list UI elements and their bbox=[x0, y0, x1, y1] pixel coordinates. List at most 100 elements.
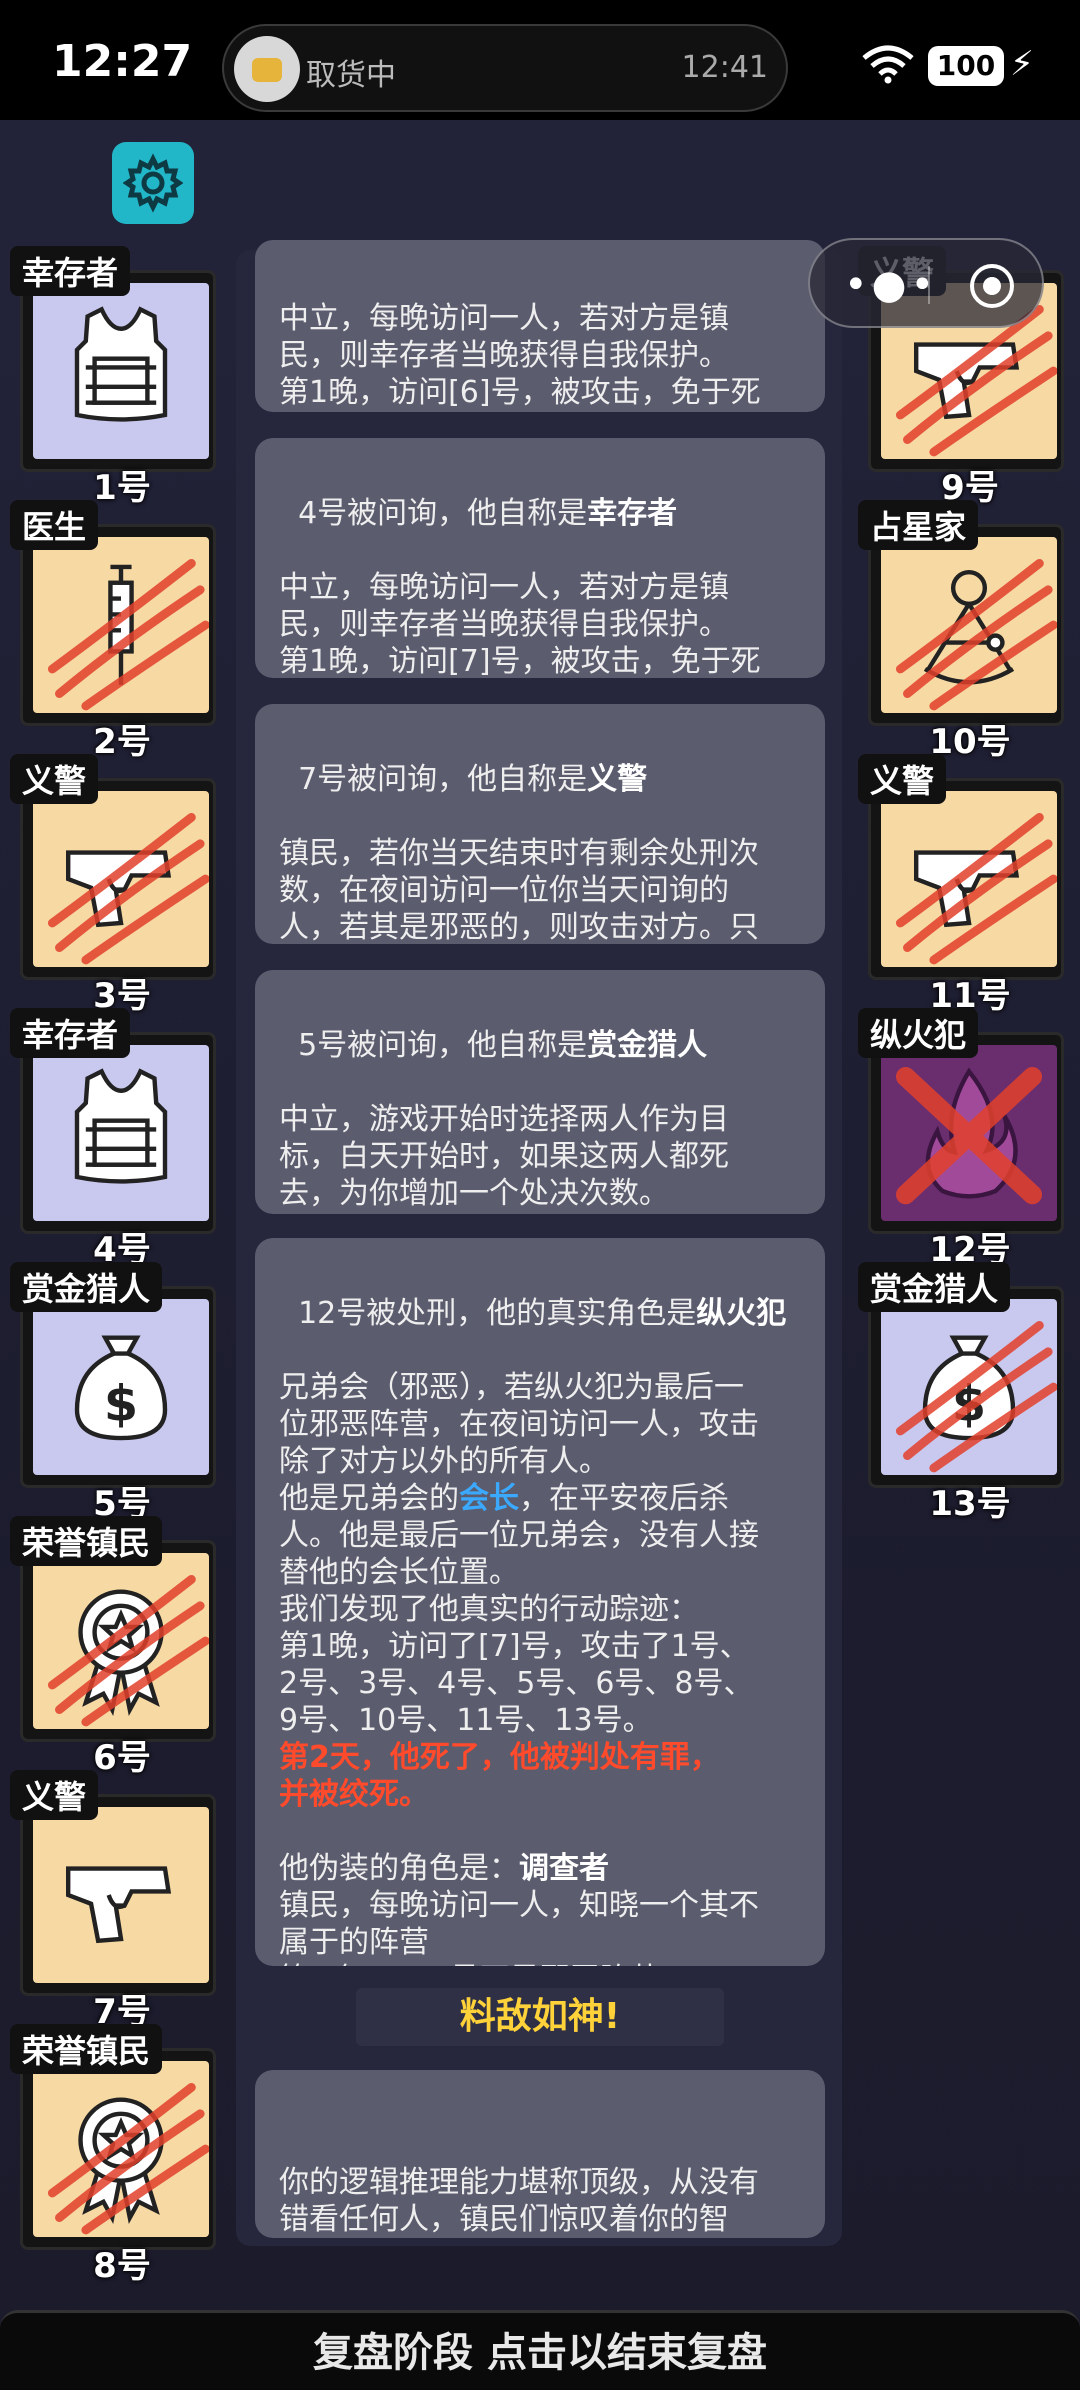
verdict-banner: 料敌如神! bbox=[356, 1988, 724, 2046]
msg3-claimed-role: 义警 bbox=[587, 762, 648, 797]
sextant-icon bbox=[895, 559, 1057, 711]
msg3-header: 7号被问询，他自称是 bbox=[298, 762, 588, 797]
msg1-line-0: 中立，每晚访问一人，若对方是镇 bbox=[279, 301, 729, 336]
player-portrait bbox=[881, 537, 1057, 713]
status-time: 12:27 bbox=[52, 36, 193, 87]
log-message-player-7: 7号被问询，他自称是义警 镇民，若你当天结束时有剩余处刑次 数，在夜间访问一位你… bbox=[255, 704, 825, 944]
player-role-label: 义警 bbox=[10, 754, 99, 804]
player-portrait bbox=[33, 283, 209, 459]
medal-icon bbox=[47, 2083, 209, 2235]
pistol-icon bbox=[47, 813, 209, 965]
wifi-icon bbox=[862, 45, 914, 84]
player-card[interactable]: 幸存者 4号 bbox=[10, 1008, 216, 1270]
msg5-details: 兄弟会（邪恶），若纵火犯为最后一 位邪恶阵营，在夜间访问一人，攻击 除了对方以外… bbox=[279, 1369, 801, 1966]
player-card[interactable]: 义警 3号 bbox=[10, 754, 216, 1016]
player-portrait: $ bbox=[33, 1299, 209, 1475]
player-portrait bbox=[881, 1045, 1057, 1221]
player-card[interactable]: 义警 7号 bbox=[10, 1770, 216, 2032]
msg5-true-role: 纵火犯 bbox=[696, 1296, 787, 1331]
svg-text:$: $ bbox=[104, 1374, 138, 1432]
player-portrait bbox=[33, 537, 209, 713]
delivery-avatar bbox=[234, 36, 300, 102]
log-message-summary: 你的逻辑推理能力堪称顶级，从没有 错看任何人，镇民们惊叹着你的智 谋!! bbox=[255, 2070, 825, 2238]
msg5-disguise-label: 他伪装的角色是： bbox=[279, 1851, 519, 1886]
player-role-label: 占星家 bbox=[858, 500, 979, 550]
msg4-header: 5号被问询，他自称是 bbox=[298, 1028, 588, 1063]
player-card-frame bbox=[868, 778, 1064, 980]
player-portrait bbox=[33, 1045, 209, 1221]
gear-icon bbox=[123, 153, 183, 213]
msg4-body: 中立，游戏开始时选择两人作为目 标，白天开始时，如果这两人都死 去，为你增加一个… bbox=[279, 1102, 729, 1214]
player-portrait bbox=[881, 791, 1057, 967]
player-card-frame bbox=[20, 1794, 216, 1996]
delivery-time: 12:41 bbox=[681, 50, 768, 85]
player-card[interactable]: $ 赏金猎人 5号 bbox=[10, 1262, 216, 1524]
player-role-label: 幸存者 bbox=[10, 1008, 131, 1058]
msg5-disguise-role: 调查者 bbox=[519, 1851, 609, 1886]
player-card-frame bbox=[868, 524, 1064, 726]
player-number: 13号 bbox=[929, 1484, 1011, 1524]
miniprogram-capsule: •●• bbox=[808, 238, 1044, 328]
msg5-header: 12号被处刑，他的真实角色是 bbox=[298, 1296, 697, 1331]
player-portrait bbox=[33, 791, 209, 967]
pistol-icon bbox=[895, 813, 1057, 965]
log-message-execution-12: 12号被处刑，他的真实角色是纵火犯 兄弟会（邪恶），若纵火犯为最后一 位邪恶阵营… bbox=[255, 1238, 825, 1966]
player-card-frame bbox=[20, 1032, 216, 1234]
msg1-line-1: 民，则幸存者当晚获得自我保护。 bbox=[279, 338, 729, 373]
syringe-icon bbox=[47, 559, 209, 711]
player-card-frame bbox=[20, 524, 216, 726]
medal-icon bbox=[47, 1575, 209, 1727]
player-role-label: 义警 bbox=[10, 1770, 99, 1820]
player-portrait bbox=[33, 1807, 209, 1983]
money-bag-icon: $ bbox=[895, 1321, 1057, 1473]
end-review-button[interactable]: 复盘阶段 点击以结束复盘 bbox=[0, 2310, 1080, 2390]
player-portrait bbox=[33, 2061, 209, 2237]
msg6-body: 你的逻辑推理能力堪称顶级，从没有 错看任何人，镇民们惊叹着你的智 谋!! bbox=[279, 2165, 759, 2237]
live-activity-pill[interactable]: 取货中 12:41 bbox=[222, 24, 788, 112]
player-portrait: $ bbox=[881, 1299, 1057, 1475]
msg5-body-2: ，在平安夜后杀 人。他是最后一位兄弟会，没有人接 替他的会长位置。 我们发现了他… bbox=[279, 1481, 759, 1738]
close-miniprogram-button[interactable] bbox=[970, 264, 1014, 308]
player-card-frame bbox=[20, 2048, 216, 2250]
settings-button[interactable] bbox=[112, 142, 194, 224]
capsule-divider bbox=[928, 266, 930, 304]
charging-icon: ⚡ bbox=[1010, 44, 1034, 84]
msg2-body: 中立，每晚访问一人，若对方是镇 民，则幸存者当晚获得自我保护。 第1晚，访问[7… bbox=[279, 570, 761, 678]
log-message-player-4: 4号被问询，他自称是幸存者 中立，每晚访问一人，若对方是镇 民，则幸存者当晚获得… bbox=[255, 438, 825, 678]
player-card[interactable]: 占星家 10号 bbox=[858, 500, 1064, 762]
more-options-button[interactable]: •●• bbox=[844, 262, 938, 308]
vest-icon bbox=[74, 1068, 168, 1184]
money-bag-icon: $ bbox=[74, 1335, 168, 1441]
player-role-label: 赏金猎人 bbox=[858, 1262, 1011, 1312]
player-role-label: 赏金猎人 bbox=[10, 1262, 163, 1312]
player-card-frame bbox=[868, 1032, 1064, 1234]
player-card-frame bbox=[20, 1540, 216, 1742]
msg5-death-notice: 第2天，他死了，他被判处有罪， 并被绞死。 bbox=[279, 1740, 720, 1812]
msg1-line-2: 第1晚，访问[6]号，被攻击，免于死 bbox=[279, 375, 761, 410]
player-card-frame: $ bbox=[868, 1286, 1064, 1488]
log-message-player-5: 5号被问询，他自称是赏金猎人 中立，游戏开始时选择两人作为目 标，白天开始时，如… bbox=[255, 970, 825, 1214]
player-card[interactable]: 医生 2号 bbox=[10, 500, 216, 762]
player-role-label: 纵火犯 bbox=[858, 1008, 979, 1058]
player-card[interactable]: 荣誉镇民 6号 bbox=[10, 1516, 216, 1778]
pistol-icon bbox=[66, 1866, 172, 1944]
player-role-label: 幸存者 bbox=[10, 246, 131, 296]
msg5-leader-link[interactable]: 会长 bbox=[459, 1481, 519, 1516]
battery-icon: 100 bbox=[928, 46, 1004, 86]
player-card[interactable]: 荣誉镇民 8号 bbox=[10, 2024, 216, 2286]
log-message-survivor-1: 中立，每晚访问一人，若对方是镇 民，则幸存者当晚获得自我保护。 第1晚，访问[6]号… bbox=[255, 240, 825, 412]
player-role-label: 荣誉镇民 bbox=[10, 1516, 163, 1566]
player-portrait bbox=[33, 1553, 209, 1729]
player-role-label: 义警 bbox=[858, 754, 947, 804]
msg3-body: 镇民，若你当天结束时有剩余处刑次 数，在夜间访问一位你当天问询的 人，若其是邪恶… bbox=[279, 836, 759, 944]
player-role-label: 医生 bbox=[10, 500, 99, 550]
status-bar: 12:27 取货中 12:41 100 ⚡ bbox=[0, 0, 1080, 120]
msg5-disguise-body: 镇民，每晚访问一人，知晓一个其不 属于的阵营 第1晚，[11]号不是邪恶阵营。 bbox=[279, 1888, 759, 1966]
player-card[interactable]: $ 赏金猎人 13号 bbox=[858, 1262, 1064, 1524]
player-role-label: 荣誉镇民 bbox=[10, 2024, 163, 2074]
player-card[interactable]: 幸存者 1号 bbox=[10, 246, 216, 508]
player-card-frame bbox=[20, 270, 216, 472]
player-card[interactable]: 纵火犯 12号 bbox=[858, 1008, 1064, 1270]
flame-icon bbox=[895, 1067, 1043, 1205]
player-card[interactable]: 义警 11号 bbox=[858, 754, 1064, 1016]
